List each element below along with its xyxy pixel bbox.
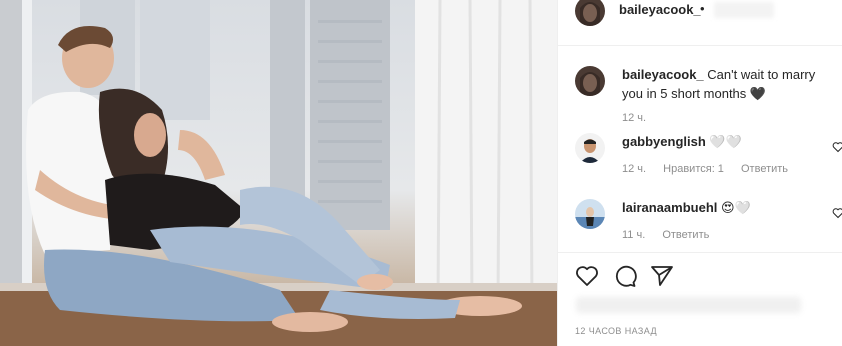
paper-plane-icon[interactable] (650, 264, 674, 288)
author-avatar[interactable] (575, 0, 605, 26)
comment-time[interactable]: 12 ч. (622, 163, 646, 175)
header-separator: • (700, 1, 705, 16)
comment-text: lairanaambuehl 😍🤍 (622, 198, 837, 217)
likes-count-blurred[interactable] (576, 297, 801, 313)
comment-icon[interactable] (613, 264, 637, 288)
comment-time[interactable]: 11 ч. (622, 229, 645, 241)
comment-heart-icon[interactable] (832, 141, 842, 153)
post-timestamp[interactable]: 12 ЧАСОВ НАЗАД (575, 326, 657, 336)
comment-body: 😍🤍 (721, 200, 751, 215)
heart-icon[interactable] (575, 264, 599, 288)
caption-time[interactable]: 12 ч. (622, 112, 646, 124)
comment-body: 🤍🤍 (709, 134, 742, 149)
follow-button-blurred[interactable] (714, 2, 774, 18)
post-header: baileyacook_ • (558, 0, 842, 46)
black-heart-emoji: 🖤 (749, 86, 767, 101)
post-side-panel: baileyacook_ • baileyacook_ Can't wait t… (557, 0, 842, 346)
commenter-avatar[interactable] (575, 133, 605, 163)
post-photo[interactable] (0, 0, 557, 346)
comment-likes[interactable]: Нравится: 1 (663, 163, 724, 175)
comment-heart-icon[interactable] (832, 207, 842, 219)
comment-username[interactable]: lairanaambuehl (622, 200, 717, 215)
caption-avatar[interactable] (575, 66, 605, 96)
caption-text: baileyacook_ Can't wait to marry you in … (622, 65, 837, 103)
comment-username[interactable]: gabbyenglish (622, 134, 706, 149)
caption-meta: 12 ч. (622, 112, 660, 124)
reply-button[interactable]: Ответить (741, 163, 788, 175)
comment-text: gabbyenglish 🤍🤍 (622, 132, 837, 151)
caption-username[interactable]: baileyacook_ (622, 67, 704, 82)
couple-by-window-image (0, 0, 557, 346)
author-username[interactable]: baileyacook_ (619, 2, 701, 17)
comment-meta: 11 ч. Ответить (622, 229, 723, 241)
comment-meta: 12 ч. Нравится: 1 Ответить (622, 163, 802, 175)
post-actions: 12 ЧАСОВ НАЗАД (558, 252, 842, 346)
reply-button[interactable]: Ответить (662, 229, 709, 241)
commenter-avatar[interactable] (575, 199, 605, 229)
